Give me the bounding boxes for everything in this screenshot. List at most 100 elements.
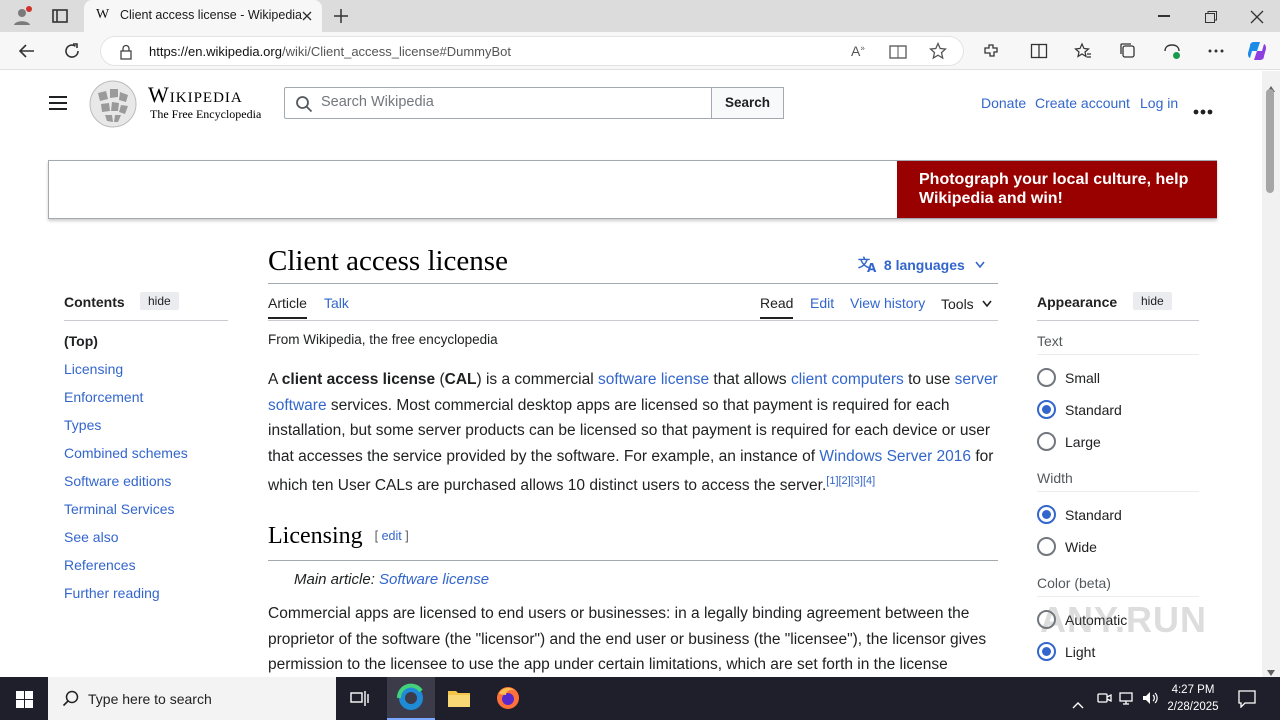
link-client-computers[interactable]: client computers bbox=[791, 371, 904, 388]
file-explorer-icon[interactable] bbox=[447, 688, 471, 708]
task-view-icon[interactable] bbox=[350, 690, 370, 708]
tab-view-history[interactable]: View history bbox=[850, 295, 925, 311]
width-divider bbox=[1037, 491, 1199, 492]
taskbar-search-box[interactable]: Type here to search bbox=[48, 677, 336, 720]
profile-icon[interactable] bbox=[12, 6, 32, 26]
notifications-icon[interactable] bbox=[1238, 690, 1256, 709]
toc-item-licensing[interactable]: Licensing bbox=[64, 361, 123, 377]
tab-actions-icon[interactable] bbox=[52, 8, 68, 24]
main-article-hatnote: Main article: Software license bbox=[294, 571, 490, 588]
appearance-hide-button[interactable]: hide bbox=[1133, 292, 1172, 310]
main-menu-icon[interactable] bbox=[48, 95, 68, 111]
address-bar[interactable]: https://en.wikipedia.org/wiki/Client_acc… bbox=[100, 36, 964, 66]
toc-hide-button[interactable]: hide bbox=[140, 292, 179, 310]
toc-title: Contents bbox=[64, 294, 125, 310]
scroll-down-arrow-icon[interactable] bbox=[1267, 661, 1275, 676]
new-tab-icon[interactable] bbox=[332, 7, 350, 25]
color-light-radio[interactable] bbox=[1037, 642, 1056, 661]
split-screen-icon[interactable] bbox=[1030, 42, 1048, 60]
toc-item-software-editions[interactable]: Software editions bbox=[64, 473, 171, 489]
url-text[interactable]: https://en.wikipedia.org/wiki/Client_acc… bbox=[149, 44, 511, 59]
text-size-standard-radio[interactable] bbox=[1037, 400, 1056, 419]
toc-item-see-also[interactable]: See also bbox=[64, 529, 118, 545]
text-size-small-label: Small bbox=[1065, 370, 1101, 386]
windows-start-icon[interactable] bbox=[16, 691, 33, 708]
language-selector[interactable]: 文A 8 languages bbox=[858, 255, 985, 276]
copilot-icon[interactable] bbox=[1246, 40, 1268, 62]
lock-icon[interactable] bbox=[119, 44, 133, 60]
toc-item-types[interactable]: Types bbox=[64, 417, 101, 433]
search-placeholder: Search Wikipedia bbox=[321, 94, 434, 110]
tab-edit[interactable]: Edit bbox=[810, 295, 834, 311]
browser-toolbar: https://en.wikipedia.org/wiki/Client_acc… bbox=[0, 32, 1280, 70]
title-divider bbox=[268, 283, 998, 284]
windows-taskbar: Type here to search 4:27 PM 2/28/2025 bbox=[0, 677, 1280, 720]
text-size-large-label: Large bbox=[1065, 434, 1101, 450]
section-edit-link[interactable]: edit bbox=[382, 529, 402, 543]
toc-item-top[interactable]: (Top) bbox=[64, 333, 98, 349]
minimize-icon[interactable] bbox=[1158, 15, 1170, 17]
width-standard-radio[interactable] bbox=[1037, 505, 1056, 524]
search-input[interactable]: Search Wikipedia bbox=[284, 87, 712, 119]
tab-read[interactable]: Read bbox=[760, 295, 794, 319]
close-window-icon[interactable] bbox=[1250, 9, 1264, 24]
search-button[interactable]: Search bbox=[711, 87, 784, 119]
text-size-divider bbox=[1037, 354, 1199, 355]
more-menu-icon[interactable] bbox=[1207, 42, 1225, 60]
taskbar-search-placeholder: Type here to search bbox=[88, 691, 212, 707]
back-icon[interactable] bbox=[18, 42, 36, 60]
personal-tools-more-icon[interactable] bbox=[1193, 100, 1213, 115]
tab-tools[interactable]: Tools bbox=[941, 295, 992, 312]
favorites-icon[interactable] bbox=[1074, 42, 1092, 60]
toc-item-combined-schemes[interactable]: Combined schemes bbox=[64, 445, 188, 461]
edge-taskbar-icon[interactable] bbox=[387, 677, 435, 720]
collections-icon[interactable] bbox=[1119, 42, 1137, 60]
appearance-divider bbox=[1037, 320, 1199, 321]
wikipedia-globe-logo[interactable] bbox=[88, 79, 138, 129]
immersive-reader-icon[interactable] bbox=[889, 44, 907, 60]
browser-tab-active[interactable]: W Client access license - Wikipedia bbox=[84, 0, 322, 32]
create-account-link[interactable]: Create account bbox=[1035, 95, 1130, 111]
text-size-small-radio[interactable] bbox=[1037, 368, 1056, 387]
firefox-icon[interactable] bbox=[496, 686, 520, 710]
tab-title: Client access license - Wikipedia bbox=[120, 8, 303, 22]
color-label: Color (beta) bbox=[1037, 575, 1111, 591]
restore-icon[interactable] bbox=[1204, 9, 1218, 23]
tab-article[interactable]: Article bbox=[268, 295, 307, 319]
page-title: Client access license bbox=[268, 245, 508, 277]
link-main-article[interactable]: Software license bbox=[379, 571, 489, 588]
banner-message[interactable]: Photograph your local culture, help Wiki… bbox=[897, 161, 1217, 218]
close-tab-icon[interactable] bbox=[300, 8, 314, 22]
wikipedia-wordmark[interactable]: Wikipedia bbox=[148, 82, 243, 108]
browser-essentials-icon[interactable] bbox=[1163, 42, 1181, 60]
favorite-star-icon[interactable] bbox=[928, 41, 948, 60]
text-size-label: Text bbox=[1037, 333, 1063, 349]
toc-item-enforcement[interactable]: Enforcement bbox=[64, 389, 143, 405]
page-scrollbar[interactable] bbox=[1262, 71, 1280, 677]
appearance-title: Appearance bbox=[1037, 294, 1118, 310]
text-size-large-radio[interactable] bbox=[1037, 432, 1056, 451]
toc-item-further-reading[interactable]: Further reading bbox=[64, 585, 160, 601]
toc-item-references[interactable]: References bbox=[64, 557, 136, 573]
tab-talk[interactable]: Talk bbox=[324, 295, 349, 311]
donate-link[interactable]: Donate bbox=[981, 95, 1026, 111]
scrollbar-thumb[interactable] bbox=[1266, 89, 1274, 193]
width-wide-label: Wide bbox=[1065, 539, 1097, 555]
refresh-icon[interactable] bbox=[63, 42, 81, 60]
link-windows-server-2016[interactable]: Windows Server 2016 bbox=[819, 448, 971, 465]
show-hidden-icons-chevron[interactable] bbox=[1072, 694, 1084, 709]
toc-item-terminal-services[interactable]: Terminal Services bbox=[64, 501, 174, 517]
read-aloud-icon[interactable]: A» bbox=[851, 43, 865, 59]
scroll-up-arrow-icon[interactable] bbox=[1267, 77, 1275, 92]
webpage: Wikipedia The Free Encyclopedia Search W… bbox=[0, 71, 1262, 677]
login-link[interactable]: Log in bbox=[1140, 95, 1178, 111]
extensions-icon[interactable] bbox=[982, 42, 1000, 60]
network-icon[interactable] bbox=[1118, 690, 1136, 706]
reference-links[interactable]: [1][2][3][4] bbox=[826, 475, 875, 487]
campaign-banner[interactable]: Photograph your local culture, help Wiki… bbox=[48, 160, 1217, 219]
taskbar-clock[interactable]: 4:27 PM 2/28/2025 bbox=[1160, 682, 1226, 716]
volume-icon[interactable] bbox=[1142, 690, 1160, 706]
width-wide-radio[interactable] bbox=[1037, 537, 1056, 556]
system-tray-meet-icon[interactable] bbox=[1096, 690, 1112, 706]
link-software-license[interactable]: software license bbox=[598, 371, 709, 388]
